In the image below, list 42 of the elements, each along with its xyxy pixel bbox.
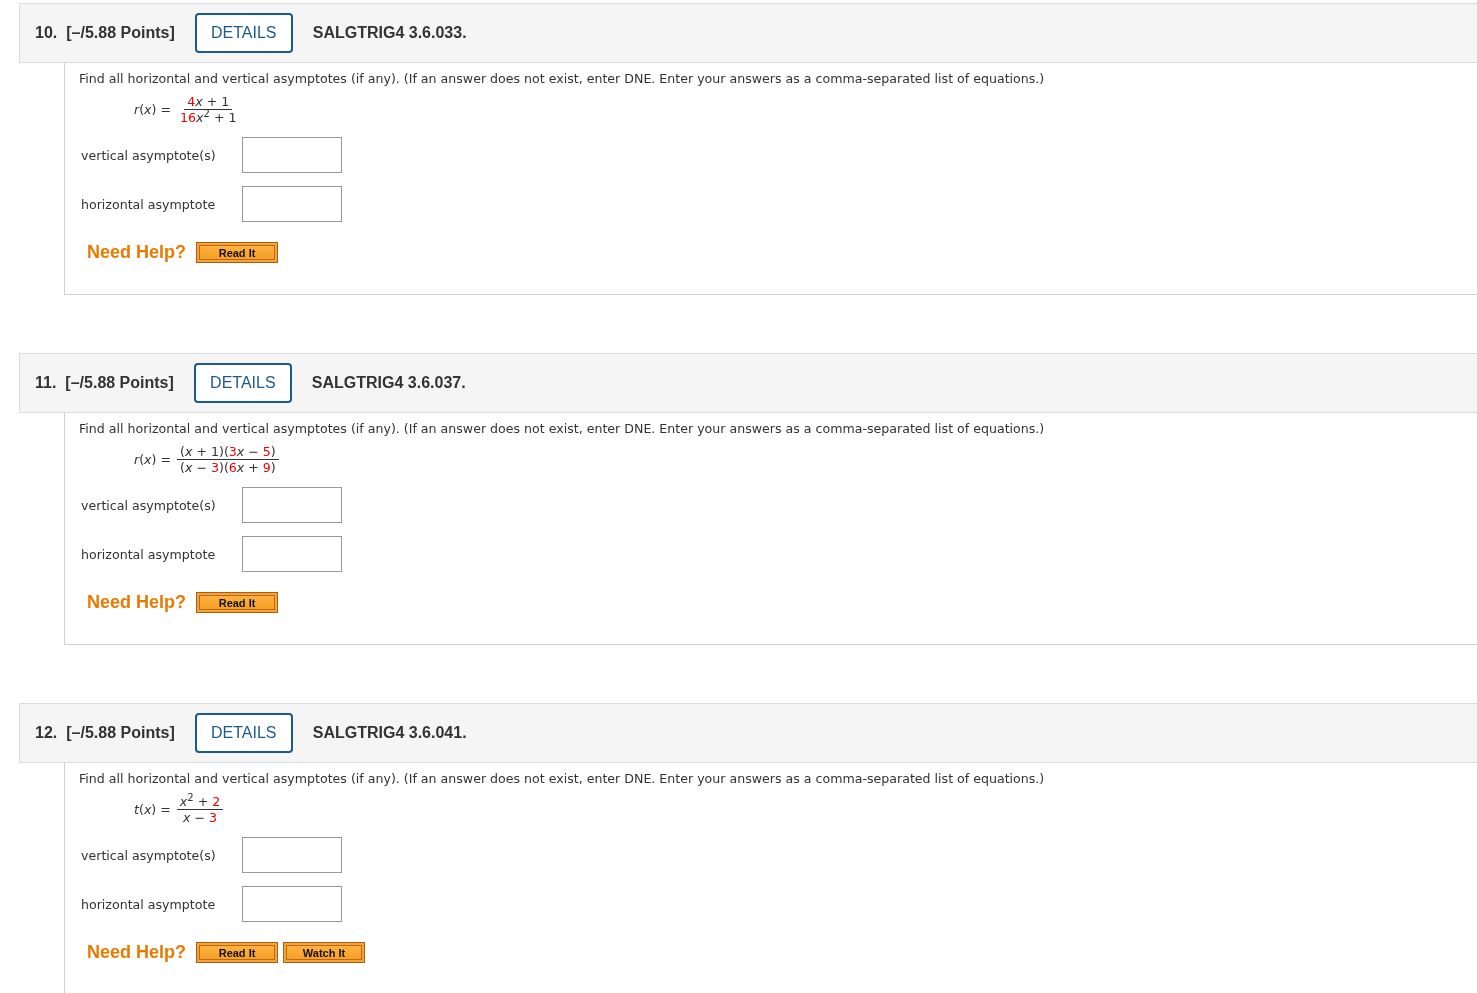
question-prompt: Find all horizontal and vertical asymptotes (if any). (If an answer does not exist, enter DNE. Enter your answers as a comma-separated list of equations.) [79,421,1046,436]
question-prompt: Find all horizontal and vertical asymptotes (if any). (If an answer does not exist, enter DNE. Enter your answers as a comma-separated list of equations.) [79,771,1046,786]
details-button[interactable]: DETAILS [194,713,293,753]
numerator: x$^{2}$ + 2 [176,794,224,810]
answer-field[interactable] [242,186,342,222]
details-button[interactable]: DETAILS [194,13,293,53]
field-label: vertical asymptote(s) [81,847,217,863]
field-label: vertical asymptote(s) [81,497,217,513]
answer-field[interactable] [242,837,342,873]
field-label: horizontal asymptote [81,546,217,562]
points: [–/5.88 Points] [66,24,175,42]
question-prompt: Find all horizontal and vertical asymptotes (if any). (If an answer does not exist, enter DNE. Enter your answers as a comma-separated list of equations.) [79,71,1046,86]
points: [–/5.88 Points] [66,724,175,742]
need-help-label: Need Help? [87,592,187,613]
numerator: 4x + 1 [184,94,233,110]
field-label: horizontal asymptote [81,896,217,912]
problem-code: SALGTRIG4 3.6.037. [311,374,466,392]
points: [–/5.88 Points] [65,374,174,392]
function-name: r(x) = [134,102,172,117]
help-button[interactable]: Watch It [283,942,366,963]
denominator: x − 3 [182,810,218,825]
denominator: (x − 3)(6x + 9) [179,460,277,475]
field-label: vertical asymptote(s) [81,147,217,163]
help-button[interactable]: Read It [196,592,279,613]
answer-field[interactable] [242,487,342,523]
field-label: horizontal asymptote [81,196,217,212]
need-help-label: Need Help? [87,242,187,263]
function-name: t(x) = [134,802,171,817]
question-number: 12. [35,724,58,742]
function-name: r(x) = [134,452,172,467]
question-number: 11. [35,374,57,392]
problem-code: SALGTRIG4 3.6.033. [312,24,467,42]
answer-field[interactable] [242,536,342,572]
need-help-label: Need Help? [87,942,187,963]
details-button[interactable]: DETAILS [193,363,292,403]
help-button[interactable]: Read It [196,942,279,963]
question-number: 10. [35,24,58,42]
answer-field[interactable] [242,137,342,173]
answer-field[interactable] [242,886,342,922]
problem-code: SALGTRIG4 3.6.041. [312,724,467,742]
help-button[interactable]: Read It [196,242,279,263]
numerator: (x + 1)(3x − 5) [177,444,279,460]
